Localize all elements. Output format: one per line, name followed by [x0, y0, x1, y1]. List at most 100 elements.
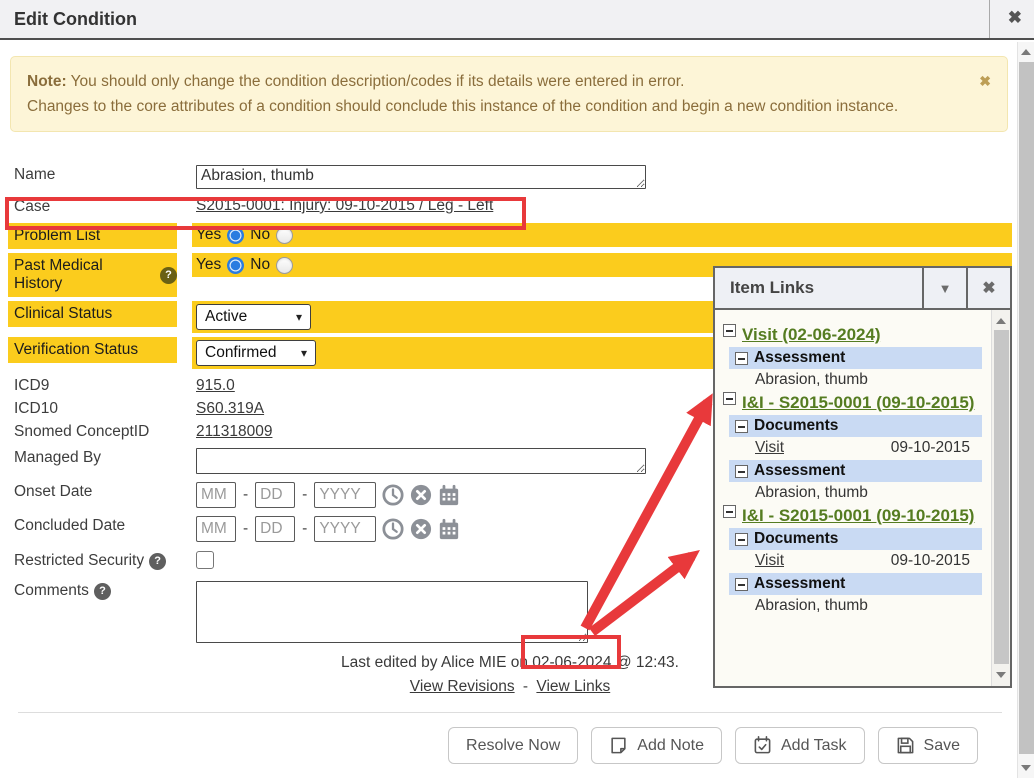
task-calendar-icon: [753, 736, 772, 755]
concluded-month-input[interactable]: [196, 516, 236, 542]
help-icon[interactable]: ?: [160, 267, 177, 284]
collapse-node-icon[interactable]: [735, 352, 748, 365]
collapse-node-icon[interactable]: [723, 392, 736, 405]
item-links-title: Item Links: [715, 268, 922, 308]
clinical-status-value: Active: [205, 308, 247, 326]
icd9-label: ICD9: [8, 375, 177, 397]
add-note-button[interactable]: Add Note: [591, 727, 722, 764]
tree-group-link[interactable]: I&I - S2015-0001 (09-10-2015): [742, 392, 974, 413]
panel-collapse-icon[interactable]: ▼: [922, 268, 966, 308]
panel-scrollbar-thumb[interactable]: [994, 330, 1009, 664]
verification-status-value: Confirmed: [205, 344, 277, 362]
case-label: Case: [8, 194, 177, 220]
scroll-up-icon[interactable]: [996, 318, 1006, 324]
collapse-node-icon[interactable]: [723, 324, 736, 337]
name-input[interactable]: Abrasion, thumb: [196, 165, 646, 189]
note-line2: Changes to the core attributes of a cond…: [27, 94, 927, 119]
pmh-yes-radio[interactable]: [227, 257, 244, 274]
tree-item-link[interactable]: Visit: [755, 439, 784, 457]
help-icon[interactable]: ?: [149, 553, 166, 570]
tree-item: Visit 09-10-2015: [755, 439, 982, 457]
links-dash: -: [523, 678, 528, 695]
tree-item-link[interactable]: Visit: [755, 552, 784, 570]
scrollbar-thumb[interactable]: [1019, 62, 1034, 754]
clear-date-icon[interactable]: [410, 484, 432, 506]
add-task-button[interactable]: Add Task: [735, 727, 865, 764]
tree-item-date: 09-10-2015: [891, 439, 970, 457]
resolve-now-button[interactable]: Resolve Now: [448, 727, 578, 764]
dialog-close-icon[interactable]: ✖: [1008, 8, 1022, 28]
clear-date-icon[interactable]: [410, 518, 432, 540]
date-separator: -: [302, 486, 307, 504]
panel-close-icon[interactable]: ✖: [966, 268, 1010, 308]
add-task-label: Add Task: [781, 737, 847, 755]
tree-section-label: Assessment: [754, 575, 845, 593]
snomed-link[interactable]: 211318009: [196, 423, 272, 441]
help-icon[interactable]: ?: [94, 583, 111, 600]
tree-item: Abrasion, thumb: [755, 484, 982, 502]
collapse-node-icon[interactable]: [735, 578, 748, 591]
concluded-year-input[interactable]: [314, 516, 376, 542]
onset-month-input[interactable]: [196, 482, 236, 508]
note-banner: Note: You should only change the conditi…: [10, 56, 1008, 132]
collapse-node-icon[interactable]: [735, 465, 748, 478]
item-links-header: Item Links ▼ ✖: [715, 268, 1010, 310]
add-note-label: Add Note: [637, 737, 704, 755]
collapse-node-icon[interactable]: [723, 505, 736, 518]
problem-list-yes-radio[interactable]: [227, 227, 244, 244]
icd9-link[interactable]: 915.0: [196, 377, 235, 395]
view-revisions-link[interactable]: View Revisions: [410, 678, 515, 695]
verification-status-select[interactable]: Confirmed ▾: [196, 340, 316, 366]
concluded-date-label: Concluded Date: [8, 513, 177, 539]
main-scrollbar[interactable]: [1017, 42, 1034, 778]
clinical-status-label: Clinical Status: [8, 301, 177, 327]
icd10-link[interactable]: S60.319A: [196, 400, 264, 418]
pmh-label: Past Medical History: [14, 257, 155, 293]
problem-list-row: Problem List Yes No: [8, 223, 1012, 249]
snomed-label: Snomed ConceptID: [8, 421, 177, 443]
tree-section: Documents: [729, 415, 982, 437]
note-icon: [609, 736, 628, 755]
scroll-up-icon[interactable]: [1021, 49, 1031, 55]
collapse-node-icon[interactable]: [735, 533, 748, 546]
pmh-no-radio[interactable]: [276, 257, 293, 274]
tree-section: Assessment: [729, 573, 982, 595]
tree-group-link[interactable]: Visit (02-06-2024): [742, 324, 881, 345]
date-separator: -: [243, 520, 248, 538]
onset-date-label: Onset Date: [8, 479, 177, 505]
problem-list-no-radio[interactable]: [276, 227, 293, 244]
clock-icon[interactable]: [382, 484, 404, 506]
tree-section-label: Documents: [754, 530, 838, 548]
onset-year-input[interactable]: [314, 482, 376, 508]
view-links-link[interactable]: View Links: [536, 678, 610, 695]
scroll-down-icon[interactable]: [996, 672, 1006, 678]
managed-by-input[interactable]: [196, 448, 646, 474]
onset-day-input[interactable]: [255, 482, 295, 508]
calendar-icon[interactable]: [438, 518, 460, 540]
collapse-node-icon[interactable]: [735, 420, 748, 433]
concluded-day-input[interactable]: [255, 516, 295, 542]
scroll-down-icon[interactable]: [1021, 765, 1031, 771]
icd10-label: ICD10: [8, 398, 177, 420]
name-label: Name: [8, 162, 177, 188]
comments-input[interactable]: [196, 581, 588, 643]
tree-section: Assessment: [729, 460, 982, 482]
restricted-security-checkbox[interactable]: [196, 551, 214, 569]
panel-scrollbar[interactable]: [991, 310, 1010, 686]
no-label: No: [250, 226, 270, 244]
tree-section-label: Assessment: [754, 462, 845, 480]
case-link[interactable]: S2015-0001: Injury: 09-10-2015 / Leg - L…: [196, 197, 493, 215]
tree-group-link[interactable]: I&I - S2015-0001 (09-10-2015): [742, 505, 974, 526]
date-separator: -: [302, 520, 307, 538]
restricted-security-label: Restricted Security: [14, 552, 144, 570]
tree-item: Visit 09-10-2015: [755, 552, 982, 570]
tree-section-label: Assessment: [754, 349, 845, 367]
clinical-status-select[interactable]: Active ▾: [196, 304, 311, 330]
calendar-icon[interactable]: [438, 484, 460, 506]
save-button[interactable]: Save: [878, 727, 978, 764]
problem-list-label: Problem List: [8, 223, 177, 249]
clock-icon[interactable]: [382, 518, 404, 540]
note-close-icon[interactable]: ✖: [979, 69, 991, 94]
item-links-panel: Item Links ▼ ✖ Visit (02-06-2024) Assess…: [713, 266, 1012, 688]
yes-label: Yes: [196, 256, 221, 274]
